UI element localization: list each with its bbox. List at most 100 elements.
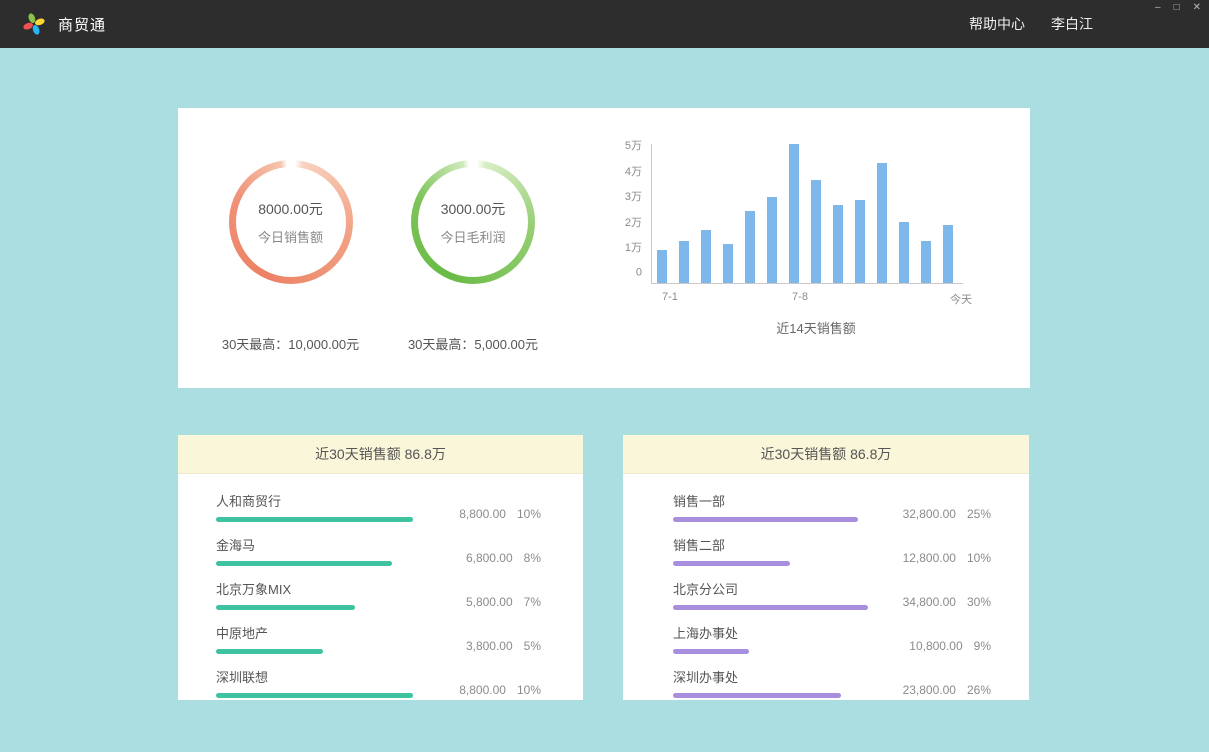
ranking-row: 中原地产 3,800.00 5% xyxy=(216,623,541,654)
department-ranking-title: 近30天销售额 86.8万 xyxy=(623,435,1029,474)
ranking-item-name: 上海办事处 xyxy=(673,623,878,642)
chart-title: 近14天销售额 xyxy=(660,318,972,337)
user-name-menu[interactable]: 李白江 xyxy=(1051,14,1093,34)
ranking-item-name: 中原地产 xyxy=(216,623,421,642)
today-profit-donut-ring: 3000.00元 今日毛利润 xyxy=(411,160,535,284)
ranking-item-name: 人和商贸行 xyxy=(216,491,421,510)
ranking-bar xyxy=(216,517,413,522)
today-sales-30day-high: 30天最高：10,000.00元 xyxy=(198,334,383,353)
x-axis-tick: 7-8 xyxy=(792,291,808,303)
today-profit-donut-center: 3000.00元 今日毛利润 xyxy=(418,167,528,277)
ranking-bar-track xyxy=(216,605,421,610)
ranking-row: 人和商贸行 8,800.0010% xyxy=(216,491,541,522)
y-axis-tick: 0 xyxy=(636,267,642,279)
today-profit-30day-high: 30天最高：5,000.00元 xyxy=(383,334,563,353)
titlebar: 商贸通 帮助中心 李白江 – □ ✕ xyxy=(0,0,1209,48)
ranking-item-name: 金海马 xyxy=(216,535,421,554)
sales-bar xyxy=(899,222,909,283)
sales-bar xyxy=(701,230,711,283)
ranking-item-name: 深圳联想 xyxy=(216,667,421,686)
ranking-figures: 8,800.0010% xyxy=(459,507,541,522)
ranking-amount: 8,800.00 xyxy=(459,507,506,521)
today-profit-metric: 3000.00元 今日毛利润 30天最高：5,000.00元 xyxy=(383,108,563,388)
today-sales-metric: 8000.00元 今日销售额 30天最高：10,000.00元 xyxy=(198,108,383,388)
ranking-figures: 32,800.0025% xyxy=(903,507,991,522)
sales-bar xyxy=(833,205,843,283)
help-center-link[interactable]: 帮助中心 xyxy=(969,14,1025,34)
chart-x-axis: 7-1 7-8 今天 xyxy=(660,284,972,302)
chart-y-axis: 5万 4万 3万 2万 1万 0 xyxy=(621,144,651,284)
ranking-bar xyxy=(216,561,392,566)
ranking-row: 销售二部 12,800.0010% xyxy=(673,535,991,566)
maximize-icon[interactable]: □ xyxy=(1174,3,1180,13)
ranking-row: 北京分公司 34,800.0030% xyxy=(673,579,991,610)
ranking-percent: 10% xyxy=(517,683,541,697)
bar-plot xyxy=(651,144,963,284)
minimize-icon[interactable]: – xyxy=(1155,3,1161,13)
sales-bar xyxy=(723,244,733,283)
ranking-amount: 5,800.00 xyxy=(466,595,513,609)
ranking-amount: 10,800.00 xyxy=(909,639,962,653)
y-axis-tick: 1万 xyxy=(625,239,642,255)
sales-bar xyxy=(679,241,689,283)
ranking-bar xyxy=(673,693,841,698)
sales-bar xyxy=(657,250,667,283)
ranking-row: 金海马 6,800.008% xyxy=(216,535,541,566)
sales-bar xyxy=(943,225,953,283)
today-sales-donut-ring: 8000.00元 今日销售额 xyxy=(229,160,353,284)
ranking-bar xyxy=(216,649,323,654)
ranking-bar xyxy=(673,561,790,566)
ranking-figures: 34,800.0030% xyxy=(903,595,991,610)
ranking-percent: 26% xyxy=(967,683,991,697)
y-axis-tick: 2万 xyxy=(625,214,642,230)
today-sales-donut-center: 8000.00元 今日销售额 xyxy=(236,167,346,277)
today-profit-label: 今日毛利润 xyxy=(440,227,505,246)
sales-bar xyxy=(745,211,755,283)
ranking-figures: 6,800.008% xyxy=(466,551,541,566)
ranking-row: 销售一部 32,800.0025% xyxy=(673,491,991,522)
sales-bar xyxy=(789,144,799,283)
ranking-amount: 34,800.00 xyxy=(903,595,956,609)
ranking-amount: 32,800.00 xyxy=(903,507,956,521)
ranking-bar xyxy=(673,605,868,610)
y-axis-tick: 5万 xyxy=(625,137,642,153)
ranking-amount: 8,800.00 xyxy=(459,683,506,697)
y-axis-tick: 3万 xyxy=(625,188,642,204)
ranking-amount: 12,800.00 xyxy=(903,551,956,565)
customer-ranking-title: 近30天销售额 86.8万 xyxy=(178,435,583,474)
sales-bar xyxy=(811,180,821,283)
department-ranking-card: 近30天销售额 86.8万 销售一部 32,800.0025% 销售二部 12,… xyxy=(623,435,1029,700)
ranking-figures: 8,800.00 10% xyxy=(459,683,541,698)
ranking-bar-track xyxy=(673,693,878,698)
ranking-bar-track xyxy=(673,605,878,610)
today-profit-value: 3000.00元 xyxy=(441,199,506,219)
ranking-bar xyxy=(673,517,858,522)
customer-ranking-list: 人和商贸行 8,800.0010% 金海马 6,800.008% xyxy=(178,474,583,698)
sales-bar xyxy=(877,163,887,283)
ranking-amount: 6,800.00 xyxy=(466,551,513,565)
x-axis-tick: 7-1 xyxy=(662,291,678,303)
close-icon[interactable]: ✕ xyxy=(1193,3,1201,13)
ranking-amount: 23,800.00 xyxy=(903,683,956,697)
ranking-figures: 23,800.00 26% xyxy=(903,683,991,698)
ranking-figures: 5,800.007% xyxy=(466,595,541,610)
titlebar-right: 帮助中心 李白江 xyxy=(969,14,1187,34)
ranking-row: 上海办事处 10,800.009% xyxy=(673,623,991,654)
app-logo-pinwheel-icon xyxy=(22,12,46,36)
ranking-bar xyxy=(673,649,749,654)
ranking-figures: 10,800.009% xyxy=(909,639,991,654)
ranking-amount: 3,800.00 xyxy=(466,639,513,653)
ranking-item-name: 深圳办事处 xyxy=(673,667,878,686)
y-axis-tick: 4万 xyxy=(625,162,642,178)
ranking-bar-track xyxy=(216,517,421,522)
ranking-bar-track xyxy=(216,649,421,654)
ranking-bar-track xyxy=(673,561,878,566)
ranking-figures: 3,800.00 5% xyxy=(466,639,541,654)
ranking-row: 深圳联想 8,800.00 10% xyxy=(216,667,541,698)
customer-ranking-card: 近30天销售额 86.8万 人和商贸行 8,800.0010% 金海马 6,80… xyxy=(178,435,583,700)
department-ranking-list: 销售一部 32,800.0025% 销售二部 12,800.0010% xyxy=(623,474,1029,698)
sales-bar xyxy=(921,241,931,283)
ranking-bar-track xyxy=(216,561,421,566)
ranking-item-name: 北京万象MIX xyxy=(216,579,421,598)
ranking-percent: 5% xyxy=(524,639,541,653)
